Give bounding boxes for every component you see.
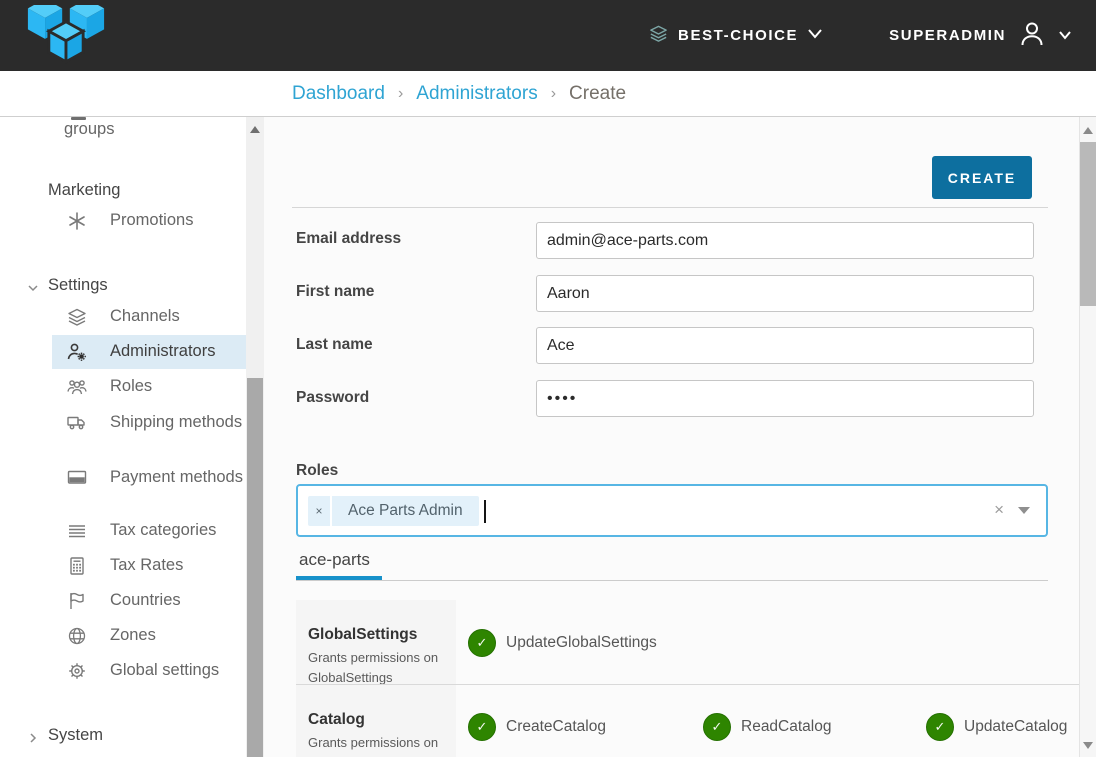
user-cog-icon bbox=[66, 341, 88, 363]
chevron-right-icon[interactable] bbox=[26, 731, 40, 745]
list-icon bbox=[66, 520, 88, 542]
text-cursor bbox=[484, 500, 486, 523]
scroll-up-arrow[interactable] bbox=[250, 126, 260, 133]
channel-name: BEST-CHOICE bbox=[678, 27, 798, 44]
channel-switcher[interactable]: BEST-CHOICE bbox=[648, 23, 823, 49]
app-window: BEST-CHOICE SUPERADMIN bbox=[0, 0, 1096, 757]
roles-select[interactable]: × Ace Parts Admin × bbox=[296, 484, 1048, 537]
create-button[interactable]: CREATE bbox=[932, 156, 1032, 199]
breadcrumb-administrators[interactable]: Administrators bbox=[416, 83, 537, 105]
permission-group-description: Grants permissions on Products, Facets bbox=[308, 733, 446, 757]
tab-divider bbox=[296, 580, 1048, 581]
permission-label: ReadCatalog bbox=[741, 718, 831, 736]
first-name-label: First name bbox=[296, 283, 506, 301]
permission-group-description: Grants permissions on GlobalSettings bbox=[308, 648, 446, 684]
email-label: Email address bbox=[296, 230, 506, 248]
vendure-logo[interactable] bbox=[26, 5, 106, 72]
sidebar-item-administrators[interactable]: Administrators bbox=[52, 335, 246, 369]
password-label: Password bbox=[296, 389, 506, 407]
first-name-field[interactable] bbox=[536, 275, 1034, 312]
sidebar-item-administrators-label: Administrators bbox=[110, 342, 215, 361]
user-icon bbox=[1018, 19, 1046, 52]
permission-row-header: GlobalSettings Grants permissions on Glo… bbox=[296, 600, 456, 684]
divider bbox=[292, 207, 1048, 208]
user-menu[interactable]: SUPERADMIN bbox=[889, 19, 1072, 52]
sidebar-item-promotions[interactable]: Promotions bbox=[110, 211, 193, 230]
permission-toggle[interactable]: ✓ UpdateCatalog bbox=[926, 713, 1067, 741]
cog-icon bbox=[66, 660, 88, 682]
chevron-down-icon[interactable] bbox=[26, 281, 40, 295]
role-chip: × Ace Parts Admin bbox=[308, 496, 479, 526]
breadcrumb-create: Create bbox=[569, 83, 626, 105]
chevron-down-icon bbox=[807, 27, 823, 45]
breadcrumb: Dashboard › Administrators › Create bbox=[292, 71, 626, 116]
permission-label: UpdateCatalog bbox=[964, 718, 1067, 736]
breadcrumb-bar: Dashboard › Administrators › Create bbox=[0, 71, 1096, 117]
sidebar-scrollbar bbox=[246, 117, 264, 757]
permission-group-name: GlobalSettings bbox=[308, 626, 446, 644]
email-field[interactable] bbox=[536, 222, 1034, 259]
sidebar-item-shipping-methods[interactable]: Shipping methods bbox=[64, 410, 246, 434]
main-scrollbar-thumb[interactable] bbox=[1080, 142, 1096, 306]
topbar: BEST-CHOICE SUPERADMIN bbox=[0, 0, 1096, 71]
sidebar-item-tax-rates[interactable]: Tax Rates bbox=[110, 556, 183, 575]
check-circle-icon[interactable]: ✓ bbox=[703, 713, 731, 741]
clear-selection-icon[interactable]: × bbox=[994, 500, 1004, 520]
sidebar-scrollbar-thumb[interactable] bbox=[247, 378, 263, 757]
flag-icon bbox=[66, 590, 88, 612]
breadcrumb-separator: › bbox=[398, 85, 403, 103]
permission-label: UpdateGlobalSettings bbox=[506, 634, 657, 652]
last-name-label: Last name bbox=[296, 336, 506, 354]
breadcrumb-dashboard[interactable]: Dashboard bbox=[292, 83, 385, 105]
password-field[interactable] bbox=[536, 380, 1034, 417]
users-icon bbox=[66, 376, 88, 398]
sidebar-item-channels[interactable]: Channels bbox=[110, 307, 180, 326]
sidebar-item-payment-methods[interactable]: Payment methods bbox=[64, 465, 246, 489]
check-circle-icon[interactable]: ✓ bbox=[926, 713, 954, 741]
user-name: SUPERADMIN bbox=[889, 27, 1006, 44]
permission-label: CreateCatalog bbox=[506, 718, 606, 736]
layers-icon bbox=[66, 306, 88, 328]
sidebar-item-tax-categories[interactable]: Tax categories bbox=[110, 521, 216, 540]
dropdown-arrow-icon[interactable] bbox=[1018, 507, 1030, 514]
calculator-icon bbox=[66, 555, 88, 577]
check-circle-icon[interactable]: ✓ bbox=[468, 713, 496, 741]
roles-label: Roles bbox=[296, 462, 338, 480]
sidebar: groups Marketing Promotions Settings Cha… bbox=[0, 117, 246, 757]
chip-remove-icon[interactable]: × bbox=[308, 496, 330, 526]
layers-icon bbox=[648, 23, 669, 49]
asterisk-icon bbox=[66, 210, 88, 232]
permission-toggle[interactable]: ✓ UpdateGlobalSettings bbox=[468, 629, 657, 657]
chevron-down-icon bbox=[1058, 27, 1072, 45]
sidebar-item-roles[interactable]: Roles bbox=[110, 377, 152, 396]
sidebar-item-countries[interactable]: Countries bbox=[110, 591, 181, 610]
sidebar-section-settings[interactable]: Settings bbox=[48, 276, 108, 295]
sidebar-item-customer-groups[interactable]: groups bbox=[64, 120, 114, 139]
permission-group-name: Catalog bbox=[308, 711, 446, 729]
main-scrollbar bbox=[1079, 117, 1096, 757]
check-circle-icon[interactable]: ✓ bbox=[468, 629, 496, 657]
scroll-down-arrow[interactable] bbox=[1083, 742, 1093, 749]
permission-row-header: Catalog Grants permissions on Products, … bbox=[296, 685, 456, 757]
sidebar-section-system[interactable]: System bbox=[48, 726, 103, 745]
last-name-field[interactable] bbox=[536, 327, 1034, 364]
globe-icon bbox=[66, 625, 88, 647]
sidebar-item-zones[interactable]: Zones bbox=[110, 626, 156, 645]
breadcrumb-separator: › bbox=[551, 85, 556, 103]
sidebar-item-global-settings[interactable]: Global settings bbox=[110, 661, 219, 680]
scroll-up-arrow[interactable] bbox=[1083, 127, 1093, 134]
permission-toggle[interactable]: ✓ ReadCatalog bbox=[703, 713, 831, 741]
role-chip-label: Ace Parts Admin bbox=[332, 496, 479, 526]
tab-ace-parts[interactable]: ace-parts bbox=[299, 550, 370, 570]
permission-toggle[interactable]: ✓ CreateCatalog bbox=[468, 713, 606, 741]
sidebar-section-marketing: Marketing bbox=[48, 181, 120, 200]
